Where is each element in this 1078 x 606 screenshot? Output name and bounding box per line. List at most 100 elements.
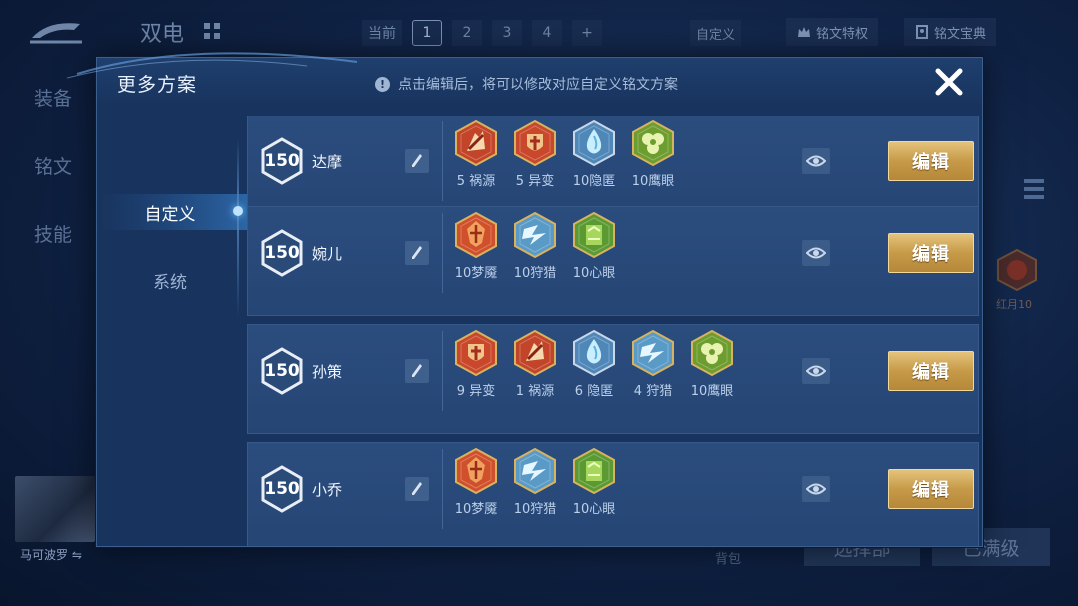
menu-skill[interactable]: 技能: [34, 220, 72, 288]
preview-button[interactable]: [802, 476, 830, 502]
green-clover-rune-icon: [632, 119, 674, 167]
tab-current[interactable]: 当前: [362, 20, 402, 46]
tab-3[interactable]: 3: [492, 20, 522, 46]
rune-guide-button[interactable]: 铭文宝典: [904, 18, 997, 46]
rune-label: 5 祸源: [456, 174, 496, 189]
rune-list: 5 祸源 5 异变 10隐匿 10鹰眼: [453, 119, 676, 189]
edit-button[interactable]: 编辑: [888, 141, 974, 181]
rune-item[interactable]: 5 异变: [512, 119, 558, 189]
rune-list: 10梦魇 10狩猎 10心眼: [453, 211, 617, 281]
rune-item[interactable]: 10心眼: [571, 447, 617, 517]
rune-label: 10心眼: [572, 266, 616, 281]
book-icon: [916, 25, 928, 39]
edit-hint-text: 点击编辑后，将可以修改对应自定义铭文方案: [398, 77, 678, 93]
rune-label: 4 狩猎: [633, 384, 673, 399]
rune-label: 10狩猎: [513, 266, 557, 281]
rune-guide-label: 铭文宝典: [934, 26, 987, 42]
edit-button[interactable]: 编辑: [888, 469, 974, 509]
rune-list: 9 异变 1 祸源 6 隐匿 4 狩猎 10鹰眼: [453, 329, 735, 399]
close-icon[interactable]: [933, 66, 965, 98]
red-shield-rune-icon: [514, 119, 556, 167]
tab-custom[interactable]: 自定义: [690, 20, 742, 46]
green-gem-rune-icon: [573, 211, 615, 259]
hero-avatar[interactable]: [15, 476, 95, 542]
pencil-icon: [412, 364, 422, 377]
more-plans-dialog: 更多方案 ! 点击编辑后，将可以修改对应自定义铭文方案 自定义 系统 150 达…: [67, 52, 983, 547]
rename-button[interactable]: [405, 149, 429, 173]
rune-item[interactable]: 1 祸源: [512, 329, 558, 399]
rune-item[interactable]: 5 祸源: [453, 119, 499, 189]
edit-hint: ! 点击编辑后，将可以修改对应自定义铭文方案: [375, 74, 678, 94]
swap-icon: ⇋: [71, 548, 82, 562]
rename-button[interactable]: [405, 477, 429, 501]
red-moon-rune-icon: [997, 248, 1037, 292]
red-claw-rune-icon: [455, 119, 497, 167]
preview-button[interactable]: [802, 240, 830, 266]
blue-bolt-rune-icon: [514, 211, 556, 259]
tab-custom-plans[interactable]: 自定义: [97, 200, 243, 225]
level-badge: 150: [260, 347, 304, 395]
level-badge: 150: [260, 465, 304, 513]
rune-item[interactable]: 9 异变: [453, 329, 499, 399]
pencil-icon: [412, 154, 422, 167]
rune-item[interactable]: 10隐匿: [571, 119, 617, 189]
list-menu-icon[interactable]: [1022, 176, 1046, 202]
rune-item[interactable]: 10狩猎: [512, 211, 558, 281]
bag-label[interactable]: 背包: [715, 548, 741, 567]
plan-name: 婉儿: [312, 245, 343, 263]
plan-list[interactable]: 150 达摩 5 祸源 5 异变 10隐匿 10鹰眼 编辑 150 婉儿 10梦…: [247, 116, 980, 546]
hero-name[interactable]: 马可波罗 ⇋: [20, 546, 82, 563]
rune-item[interactable]: 10鹰眼: [689, 329, 735, 399]
left-menu: 装备 铭文 技能: [34, 84, 72, 288]
crown-icon: [798, 27, 810, 37]
rune-item[interactable]: 10心眼: [571, 211, 617, 281]
rune-item[interactable]: 6 隐匿: [571, 329, 617, 399]
blue-drop-rune-icon: [573, 119, 615, 167]
tab-system-plans[interactable]: 系统: [97, 268, 243, 293]
back-logo-icon[interactable]: [28, 18, 84, 44]
preview-button[interactable]: [802, 148, 830, 174]
rune-item[interactable]: 10狩猎: [512, 447, 558, 517]
red-shield-rune-icon: [455, 329, 497, 377]
red-claw-rune-icon: [514, 329, 556, 377]
blue-bolt-rune-icon: [514, 447, 556, 495]
rune-label: 10心眼: [572, 502, 616, 517]
dialog-title: 更多方案: [117, 74, 198, 96]
dialog-header: 更多方案 ! 点击编辑后，将可以修改对应自定义铭文方案: [67, 52, 982, 108]
card-divider: [442, 121, 443, 201]
menu-equipment[interactable]: 装备: [34, 84, 72, 152]
plan-name: 达摩: [312, 153, 343, 171]
eye-icon: [806, 247, 826, 259]
level-number: 150: [264, 479, 300, 499]
rune-item[interactable]: 10梦魇: [453, 211, 499, 281]
rune-item[interactable]: 10梦魇: [453, 447, 499, 517]
rename-button[interactable]: [405, 241, 429, 265]
plan-card: 150 小乔 10梦魇 10狩猎 10心眼 编辑: [247, 442, 979, 546]
rune-privilege-button[interactable]: 铭文特权: [786, 18, 879, 46]
tab-4[interactable]: 4: [532, 20, 562, 46]
info-icon: !: [375, 76, 390, 92]
preview-button[interactable]: [802, 358, 830, 384]
tab-1[interactable]: 1: [412, 20, 442, 46]
rune-item[interactable]: 4 狩猎: [630, 329, 676, 399]
card-divider: [442, 213, 443, 293]
tab-add[interactable]: +: [572, 20, 602, 46]
hero-name-text: 马可波罗: [20, 548, 69, 562]
level-number: 150: [264, 243, 300, 263]
rune-label: 10隐匿: [572, 174, 616, 189]
rune-item[interactable]: 10鹰眼: [630, 119, 676, 189]
grid-icon[interactable]: [203, 22, 221, 40]
tab-2[interactable]: 2: [452, 20, 482, 46]
rename-button[interactable]: [405, 359, 429, 383]
blue-bolt-rune-icon: [632, 329, 674, 377]
plan-name: 小乔: [312, 481, 343, 499]
edit-button[interactable]: 编辑: [888, 351, 974, 391]
level-badge: 150: [260, 137, 304, 185]
plan-name: 孙策: [312, 363, 343, 381]
menu-rune[interactable]: 铭文: [34, 152, 72, 220]
plan-card: 150 婉儿 10梦魇 10狩猎 10心眼 编辑: [247, 206, 979, 316]
rune-label: 1 祸源: [515, 384, 555, 399]
edit-button[interactable]: 编辑: [888, 233, 974, 273]
green-clover-rune-icon: [691, 329, 733, 377]
rune-label: 10梦魇: [454, 502, 498, 517]
